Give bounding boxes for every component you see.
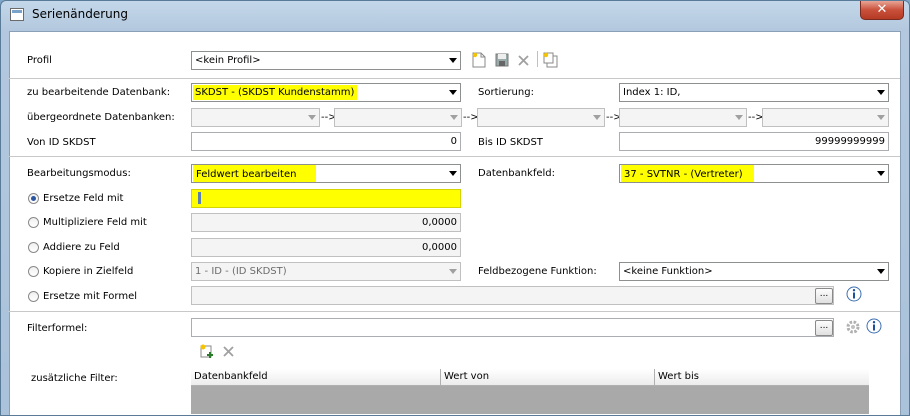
- profil-value: <kein Profil>: [195, 55, 261, 66]
- chevron-down-icon: [449, 171, 457, 176]
- modus-select[interactable]: Feldwert bearbeiten: [191, 164, 461, 183]
- addiere-radio[interactable]: [28, 242, 39, 253]
- toolbar-separator: [537, 51, 538, 67]
- multipliziere-label: Multipliziere Feld mit: [43, 217, 147, 228]
- ersetze-feld-input[interactable]: [191, 189, 461, 208]
- sortierung-select[interactable]: Index 1: ID,: [619, 83, 889, 102]
- feldfunktion-select[interactable]: <keine Funktion>: [619, 262, 889, 281]
- bis-id-label: Bis ID SKDST: [478, 137, 543, 148]
- close-button[interactable]: ✕: [860, 1, 904, 20]
- datenbank-select[interactable]: SKDST - (SKDST Kundenstamm): [191, 83, 461, 102]
- delete-icon[interactable]: [518, 55, 529, 66]
- window-icon: [10, 8, 24, 21]
- addiere-label: Addiere zu Feld: [43, 242, 120, 253]
- separator-3: [8, 311, 900, 312]
- kopiere-radio[interactable]: [28, 266, 39, 277]
- multipliziere-radio[interactable]: [28, 217, 39, 228]
- info-icon[interactable]: [846, 286, 862, 302]
- chevron-down-icon: [450, 115, 458, 120]
- chevron-down-icon: [308, 115, 316, 120]
- column-header-wert-bis[interactable]: Wert bis: [655, 369, 869, 385]
- datenbank-value: SKDST - (SKDST Kundenstamm): [193, 85, 358, 100]
- datenbankfeld-select[interactable]: 37 - SVTNR - (Vertreter): [619, 164, 889, 183]
- sortierung-label: Sortierung:: [478, 87, 534, 98]
- chevron-down-icon: [877, 269, 885, 274]
- von-id-input[interactable]: 0: [191, 132, 461, 151]
- column-header-wert-von[interactable]: Wert von: [441, 369, 655, 385]
- info-icon[interactable]: [866, 318, 882, 334]
- uebergeordnet-select-1[interactable]: [191, 108, 320, 127]
- profil-select[interactable]: <kein Profil>: [191, 51, 461, 70]
- uebergeordnet-select-3[interactable]: [477, 108, 605, 127]
- formel-browse-button[interactable]: ...: [815, 288, 833, 304]
- zusaetzliche-filter-label: zusätzliche Filter:: [31, 373, 118, 384]
- add-filter-icon[interactable]: [199, 343, 215, 359]
- remove-filter-icon[interactable]: [223, 346, 234, 357]
- kopiere-label: Kopiere in Zielfeld: [43, 266, 134, 277]
- chevron-down-icon: [593, 115, 601, 120]
- chevron-down-icon: [877, 90, 885, 95]
- feldfunktion-value: <keine Funktion>: [623, 266, 713, 277]
- filter-grid[interactable]: Datenbankfeld Wert von Wert bis: [191, 369, 869, 414]
- chevron-down-icon: [735, 115, 743, 120]
- save-icon[interactable]: [495, 53, 509, 67]
- bis-id-input[interactable]: 99999999999: [619, 132, 889, 151]
- copy-icon[interactable]: [543, 52, 559, 68]
- title-bar: Serienänderung ✕: [1, 1, 909, 31]
- chevron-down-icon: [449, 58, 457, 63]
- uebergeordnet-label: übergeordnete Datenbanken:: [27, 112, 175, 123]
- new-profile-icon[interactable]: [472, 52, 486, 68]
- separator-2: [8, 156, 900, 157]
- chevron-down-icon: [449, 269, 457, 274]
- multipliziere-input[interactable]: 0,0000: [191, 213, 461, 232]
- column-header-datenbankfeld[interactable]: Datenbankfeld: [191, 369, 441, 385]
- modus-value: Feldwert bearbeiten: [193, 165, 316, 182]
- gear-icon[interactable]: [845, 319, 861, 335]
- ersetze-feld-radio[interactable]: [28, 193, 39, 204]
- formel-input[interactable]: [191, 286, 834, 305]
- filter-grid-header: Datenbankfeld Wert von Wert bis: [191, 369, 869, 386]
- chevron-down-icon: [877, 171, 885, 176]
- chevron-down-icon: [449, 90, 457, 95]
- datenbankfeld-label: Datenbankfeld:: [478, 168, 556, 179]
- chevron-down-icon: [877, 115, 885, 120]
- formel-label: Ersetze mit Formel: [43, 291, 138, 302]
- uebergeordnet-select-5[interactable]: [762, 108, 889, 127]
- sortierung-value: Index 1: ID,: [623, 87, 681, 98]
- feldfunktion-label: Feldbezogene Funktion:: [478, 266, 597, 277]
- datenbank-label: zu bearbeitende Datenbank:: [27, 87, 171, 98]
- text-cursor: [198, 192, 201, 204]
- separator-1: [8, 78, 900, 79]
- filterformel-browse-button[interactable]: ...: [815, 320, 833, 336]
- von-id-label: Von ID SKDST: [27, 137, 96, 148]
- formel-radio[interactable]: [28, 291, 39, 302]
- profil-label: Profil: [27, 55, 52, 66]
- addiere-input[interactable]: 0,0000: [191, 238, 461, 257]
- filterformel-input[interactable]: [191, 318, 834, 337]
- window-title: Serienänderung: [32, 7, 128, 21]
- uebergeordnet-select-2[interactable]: [334, 108, 462, 127]
- uebergeordnet-select-4[interactable]: [619, 108, 747, 127]
- ersetze-feld-label: Ersetze Feld mit: [43, 193, 124, 204]
- kopiere-select[interactable]: 1 - ID - (ID SKDST): [191, 262, 461, 281]
- datenbankfeld-value: 37 - SVTNR - (Vertreter): [621, 165, 754, 182]
- filterformel-label: Filterformel:: [27, 323, 88, 334]
- kopiere-value: 1 - ID - (ID SKDST): [195, 266, 287, 277]
- modus-label: Bearbeitungsmodus:: [27, 168, 131, 179]
